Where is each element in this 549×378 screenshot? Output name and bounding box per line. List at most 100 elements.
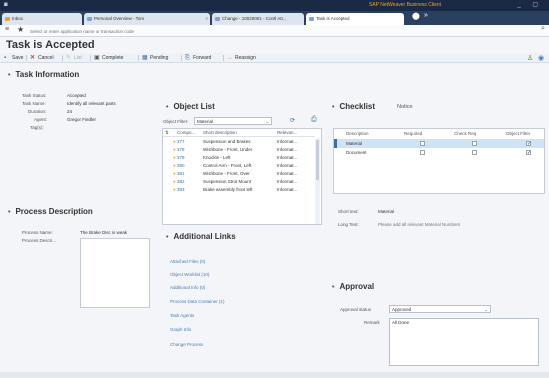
check-req-checkbox[interactable] xyxy=(472,141,477,146)
task-information-title: Task Information xyxy=(15,70,80,79)
save-icon: ▪ xyxy=(4,55,7,61)
component-link[interactable]: 377 xyxy=(177,138,201,146)
new-tab-icon[interactable]: ⬤ xyxy=(412,12,420,20)
reassign-button[interactable]: ↔ Reassign xyxy=(227,54,256,62)
component-link[interactable]: 383 xyxy=(177,186,201,194)
column-header[interactable]: Compo... xyxy=(177,129,201,137)
row-selector[interactable] xyxy=(334,139,337,148)
object-filter-select[interactable]: Material ⌄ xyxy=(194,117,272,125)
approval-status-select[interactable]: Approved ⌄ xyxy=(389,305,491,313)
scrollbar-thumb[interactable] xyxy=(316,140,319,180)
checklist-header[interactable]: • Checklist xyxy=(332,102,375,111)
app-icon[interactable]: ◙ xyxy=(4,2,11,9)
long-text-label: Long Text: xyxy=(338,222,359,227)
additional-links-header[interactable]: • Additional Links xyxy=(166,232,236,241)
component-link[interactable]: 380 xyxy=(177,162,201,170)
object-action-icon[interactable]: ⎙ xyxy=(311,116,317,124)
search-icon[interactable]: ⌕ xyxy=(541,25,545,33)
cancel-button[interactable]: ✕ Cancel xyxy=(30,54,54,62)
tab-task-is-accepted[interactable]: Task is Accepted xyxy=(306,13,404,25)
approval-header[interactable]: • Approval xyxy=(332,282,374,291)
table-row[interactable]: ● 379 Knuckle - Left Informat... xyxy=(163,154,315,162)
menu-icon[interactable]: ≡ xyxy=(5,26,9,33)
row-description: Material xyxy=(346,141,363,146)
pending-button[interactable]: ▦ Pending xyxy=(142,54,168,62)
help-icon[interactable]: ◉ xyxy=(538,54,544,62)
column-header[interactable]: Short description xyxy=(203,129,275,137)
checklist-title: Checklist xyxy=(339,102,376,111)
refresh-icon[interactable]: ⟳ xyxy=(290,117,295,124)
more-tabs-icon[interactable]: » xyxy=(424,12,428,19)
object-filter-checkbox[interactable]: ✓ xyxy=(526,141,531,147)
tab-label: Task is Accepted xyxy=(316,16,350,21)
required-checkbox[interactable] xyxy=(420,150,425,155)
field-label: Tag(s): xyxy=(30,125,44,130)
remark-textarea[interactable]: All Done xyxy=(389,318,539,366)
required-checkbox[interactable] xyxy=(420,141,425,146)
link-object-worklist[interactable]: Object Worklist (10) xyxy=(170,272,209,277)
approval-status-label: Approval status xyxy=(340,307,372,312)
component-link[interactable]: 381 xyxy=(177,170,201,178)
link-process-data-container[interactable]: Process Data Container (1) xyxy=(170,299,225,304)
page-icon xyxy=(87,17,92,21)
link-additional-info[interactable]: Additional Info (0) xyxy=(170,285,205,290)
link-graph-info[interactable]: Graph Info xyxy=(170,327,191,332)
column-header[interactable]: Object Filter xyxy=(506,129,530,138)
table-row[interactable]: ● 377 Suspension and Brakes Informat... xyxy=(163,138,315,146)
table-row[interactable]: ● 378 Wishbone - Front, Under Informat..… xyxy=(163,146,315,154)
object-list-header[interactable]: • Object List xyxy=(166,102,215,111)
component-link[interactable]: 382 xyxy=(177,178,201,186)
tab-personal-overview[interactable]: Personal Overview - Tom × xyxy=(84,13,210,25)
table-header: Description Required Check Req Object Fi… xyxy=(334,129,544,138)
check-req-checkbox[interactable] xyxy=(472,150,477,155)
field-label: Process Name: xyxy=(22,230,53,235)
save-label: Save xyxy=(12,55,24,61)
column-header[interactable]: Description xyxy=(346,129,369,138)
object-filter-checkbox[interactable]: ✓ xyxy=(526,150,531,156)
collapse-icon: • xyxy=(332,104,335,111)
address-input[interactable] xyxy=(30,27,520,35)
vertical-scrollbar[interactable] xyxy=(315,138,320,224)
process-description-header[interactable]: • Process Description xyxy=(8,207,93,216)
close-icon[interactable]: × xyxy=(205,13,208,25)
star-icon[interactable]: ★ xyxy=(17,25,24,34)
remark-value: All Done xyxy=(392,320,410,325)
tab-label: Inbox xyxy=(12,16,24,21)
link-change-process[interactable]: Change Process xyxy=(170,342,203,347)
sort-icon[interactable]: ⇅ xyxy=(165,129,173,137)
process-description-textarea[interactable] xyxy=(80,238,150,308)
component-link[interactable]: 378 xyxy=(177,146,201,154)
table-row[interactable]: ● 380 Control Arm - Front, Left Informat… xyxy=(163,162,315,170)
tab-inbox[interactable]: Inbox xyxy=(2,13,82,25)
forward-button[interactable]: ⎘ Forward xyxy=(185,54,211,62)
row-description: Brake assembly front left xyxy=(203,187,253,192)
column-header[interactable]: Check Req xyxy=(454,129,476,138)
save-button[interactable]: ▪ Save xyxy=(4,54,23,62)
column-header[interactable]: Relevan... xyxy=(277,129,313,137)
personalize-icon[interactable]: ♙ xyxy=(527,54,533,62)
complete-button[interactable]: ▣ Complete xyxy=(94,54,123,62)
field-label: Duration: xyxy=(28,109,47,114)
table-row[interactable]: ● 382 Suspension Strut Mount Informat... xyxy=(163,178,315,186)
chevron-down-icon: ⌄ xyxy=(484,307,488,312)
object-list-table: ⇅ Compo... Short description Relevan... … xyxy=(162,128,322,225)
window-controls[interactable]: _ ▢ xyxy=(517,1,543,8)
component-link[interactable]: 379 xyxy=(177,154,201,162)
column-header[interactable]: Required xyxy=(404,129,422,138)
task-information-header[interactable]: • Task Information xyxy=(8,70,79,79)
row-description: Wishbone - Front, Over xyxy=(203,171,250,176)
link-task-agents[interactable]: Task Agents xyxy=(170,313,194,318)
tab-notice[interactable]: Notice xyxy=(397,104,413,110)
toolbar-divider xyxy=(26,55,27,61)
list-button[interactable]: ✎ List xyxy=(66,54,82,62)
field-label: Task Status: xyxy=(22,93,47,98)
row-description: Knuckle - Left xyxy=(203,155,231,160)
table-row[interactable]: ● 381 Wishbone - Front, Over Informat... xyxy=(163,170,315,178)
row-relevance: Informat... xyxy=(277,171,298,176)
table-row[interactable]: ● 383 Brake assembly front left Informat… xyxy=(163,186,315,194)
table-row[interactable]: Material ✓ xyxy=(334,139,544,148)
link-attached-files[interactable]: Attached Files (0) xyxy=(170,259,205,264)
table-row[interactable]: Document ✓ xyxy=(334,148,544,157)
tab-change[interactable]: Change - 10020001 - Contl A0... xyxy=(212,13,304,25)
complete-label: Complete xyxy=(102,55,124,61)
